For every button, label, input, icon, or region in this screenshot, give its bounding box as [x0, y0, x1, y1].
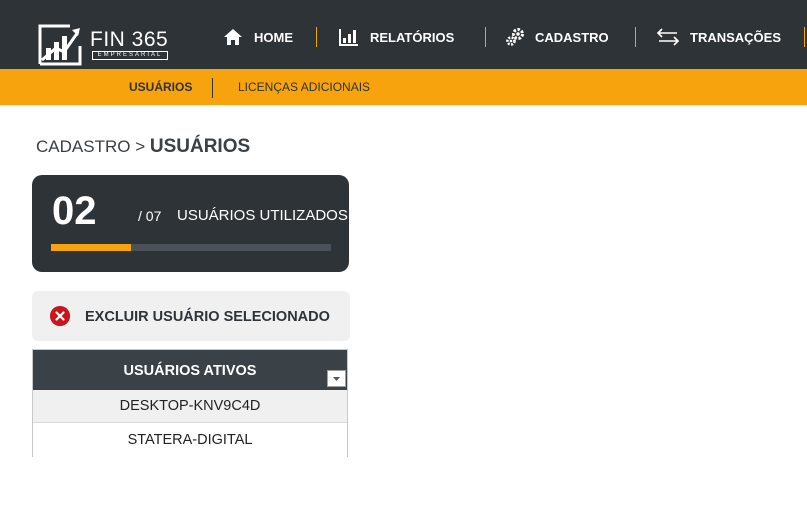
nav-divider	[316, 27, 317, 47]
active-users-table: USUÁRIOS ATIVOS DESKTOP-KNV9C4D STATERA-…	[32, 349, 348, 457]
sub-navbar: USUÁRIOS LICENÇAS ADICIONAIS	[0, 69, 807, 105]
nav-cadastro-label: CADASTRO	[535, 29, 609, 45]
delete-user-label: EXCLUIR USUÁRIO SELECIONADO	[85, 309, 330, 325]
nav-transacoes-label: TRANSAÇÕES	[690, 29, 782, 45]
usage-card: 02 / 07 USUÁRIOS UTILIZADOS	[32, 175, 349, 272]
breadcrumb-separator: >	[135, 137, 146, 156]
users-used-label: USUÁRIOS UTILIZADOS	[177, 207, 348, 224]
users-total-count: / 07	[138, 208, 162, 224]
column-filter-dropdown[interactable]	[327, 370, 346, 387]
nav-home-label: HOME	[254, 29, 293, 45]
nav-divider	[485, 27, 486, 47]
subnav-usuarios[interactable]: USUÁRIOS	[129, 80, 192, 94]
gears-icon	[506, 28, 524, 46]
bar-chart-icon	[339, 29, 358, 46]
breadcrumb: CADASTRO > USUÁRIOS	[36, 136, 250, 158]
breadcrumb-parent[interactable]: CADASTRO	[36, 137, 130, 156]
nav-cadastro[interactable]: CADASTRO	[505, 26, 609, 48]
table-header: USUÁRIOS ATIVOS	[33, 350, 347, 390]
nav-home[interactable]: HOME	[222, 26, 293, 48]
users-used-count: 02	[52, 189, 97, 233]
usage-progress-fill	[51, 244, 131, 251]
subnav-licencas[interactable]: LICENÇAS ADICIONAIS	[238, 80, 370, 94]
table-row[interactable]: STATERA-DIGITAL	[33, 424, 347, 457]
nav-transacoes[interactable]: TRANSAÇÕES	[656, 26, 781, 48]
subnav-divider	[212, 78, 213, 98]
nav-divider	[635, 27, 636, 47]
nav-relatorios-label: RELATÓRIOS	[370, 29, 455, 45]
table-row[interactable]: DESKTOP-KNV9C4D	[33, 390, 347, 423]
nav-divider	[804, 27, 805, 47]
usage-progress-bar	[51, 244, 331, 251]
top-navbar: FIN 365 EMPRESARIAL HOME RELATÓRIOS CADA…	[0, 0, 807, 69]
close-circle-icon	[50, 306, 70, 326]
delete-user-button[interactable]: EXCLUIR USUÁRIO SELECIONADO	[32, 291, 350, 341]
brand-logo[interactable]: FIN 365 EMPRESARIAL	[36, 20, 176, 68]
logo-chart-icon	[38, 24, 82, 66]
home-icon	[224, 29, 242, 45]
brand-name: FIN 365	[90, 28, 169, 51]
nav-relatorios[interactable]: RELATÓRIOS	[338, 26, 454, 48]
chevron-down-icon	[333, 377, 340, 381]
column-header-usuarios-ativos: USUÁRIOS ATIVOS	[123, 363, 257, 379]
breadcrumb-current: USUÁRIOS	[149, 136, 251, 157]
brand-tagline: EMPRESARIAL	[92, 51, 168, 60]
transfer-arrows-icon	[656, 28, 680, 46]
